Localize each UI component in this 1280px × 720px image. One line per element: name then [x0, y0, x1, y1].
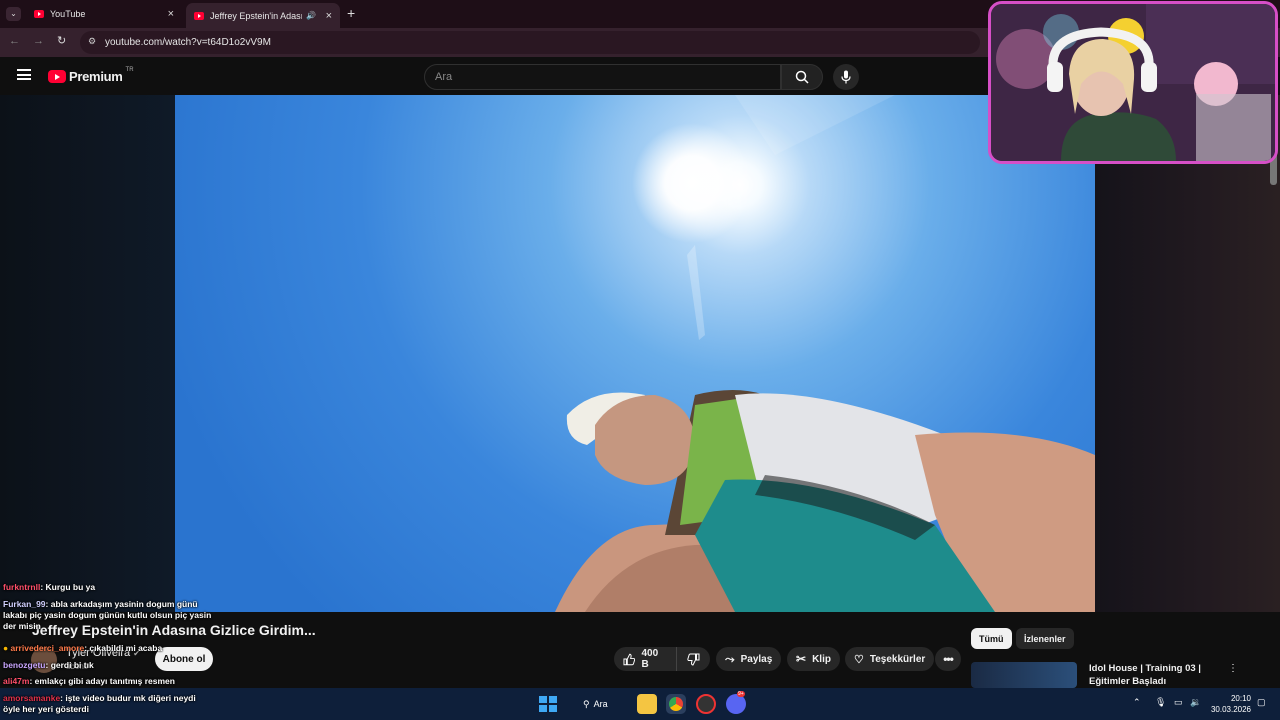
chat-text: : Kurgu bu ya [40, 582, 96, 592]
site-info-icon[interactable]: ⚙ [88, 36, 96, 47]
chat-message: ● arrivederci_amore: çıkabildi mi acaba [3, 643, 162, 654]
tray-network-icon[interactable]: ▭ [1174, 697, 1183, 708]
chat-text: : emlakçı gibi adayı tanıtmış resmen [29, 676, 175, 686]
chat-badge-icon: ● [3, 643, 9, 653]
recommendation-thumbnail[interactable] [971, 662, 1077, 688]
dislike-button[interactable] [676, 647, 710, 671]
youtube-logo[interactable]: Premium TR [48, 66, 134, 84]
speaker-icon[interactable]: 🔊 [306, 11, 316, 20]
file-explorer-icon[interactable] [637, 694, 657, 714]
tray-volume-icon[interactable]: 🔉 [1190, 697, 1201, 708]
streamer-webcam-overlay [988, 1, 1278, 164]
discord-badge: 9+ [737, 691, 745, 697]
chrome-icon[interactable] [666, 694, 686, 714]
share-button[interactable]: ⤳ Paylaş [716, 647, 782, 671]
discord-icon[interactable]: 9+ [726, 691, 746, 714]
chat-text: : çıkabildi mi acaba [84, 643, 163, 653]
reload-icon[interactable]: ↻ [57, 34, 66, 47]
menu-hamburger-icon[interactable] [17, 69, 31, 80]
tab-youtube-label: YouTube [50, 9, 86, 19]
search-icon: ⚲ [583, 698, 590, 709]
taskbar-search-button[interactable]: ⚲ Ara [577, 694, 627, 714]
like-button[interactable]: 400 B [614, 647, 676, 671]
stream-left-background [0, 95, 175, 612]
chat-username: Furkan_99 [3, 599, 46, 609]
chat-username: arrivederci_amore [10, 643, 85, 653]
heart-dollar-icon: ♡ [854, 653, 864, 666]
subscribe-button[interactable]: Abone ol [155, 647, 213, 671]
close-tab-icon[interactable]: × [168, 8, 174, 20]
region-label: TR [125, 66, 134, 73]
close-tab-icon[interactable]: × [326, 10, 332, 22]
taskbar-search-label: Ara [593, 699, 608, 709]
tray-chevron-up-icon[interactable]: ⌃ [1133, 697, 1141, 708]
chat-username: furkntrnll [3, 582, 41, 592]
clock-date: 30.03.2026 [1210, 705, 1251, 714]
tab-list-chevron-icon[interactable]: ⌄ [6, 7, 21, 21]
taskbar-clock[interactable]: 20:10 30.03.2026 [1205, 693, 1251, 715]
scissors-icon: ✂ [796, 652, 807, 666]
premium-label: Premium [69, 69, 123, 84]
chat-message: benozgetu: gerdi bi tık [3, 660, 94, 671]
chat-message: amorsamanke: işte video budur mk diğeri … [3, 693, 208, 715]
youtube-logo-icon [48, 70, 66, 83]
search-placeholder: Ara [435, 71, 453, 83]
tab-video-label: Jeffrey Epstein'in Adasına G [210, 10, 302, 21]
share-arrow-icon: ⤳ [725, 651, 735, 666]
url-text: youtube.com/watch?v=t64D1o2vV9M [105, 37, 271, 48]
app-icon[interactable] [696, 694, 716, 714]
share-label: Paylaş [740, 653, 773, 665]
forward-arrow-icon[interactable]: → [33, 35, 44, 47]
chip-all[interactable]: Tümü [971, 628, 1012, 649]
thumbs-down-icon [687, 653, 700, 666]
search-button[interactable] [781, 64, 823, 90]
new-tab-plus-icon[interactable]: + [347, 5, 355, 21]
search-icon [795, 70, 809, 84]
windows-start-icon[interactable] [537, 694, 557, 714]
back-arrow-icon[interactable]: ← [9, 35, 20, 47]
youtube-favicon-icon [34, 10, 44, 18]
more-horizontal-icon: ••• [943, 652, 954, 666]
thumbs-up-icon [623, 653, 636, 665]
search-input[interactable]: Ara [424, 64, 781, 90]
webcam-image [991, 4, 1275, 161]
recommendation-title[interactable]: Idol House | Training 03 | Eğitimler Baş… [1089, 662, 1229, 688]
recommendation-more-icon[interactable]: ⋮ [1228, 663, 1238, 674]
chat-message: furkntrnll: Kurgu bu ya [3, 582, 95, 593]
stream-right-background [1095, 95, 1280, 612]
like-count: 400 B [641, 648, 659, 670]
chat-username: ali47m [3, 676, 30, 686]
tray-microphone-icon[interactable]: 🎙 [1155, 697, 1166, 708]
chat-username: amorsamanke [3, 693, 61, 703]
chat-text: : gerdi bi tık [45, 660, 94, 670]
clock-time: 20:10 [1230, 694, 1251, 703]
voice-search-button[interactable] [833, 64, 859, 90]
more-actions-button[interactable]: ••• [935, 647, 961, 671]
thanks-label: Teşekkürler [869, 653, 926, 665]
microphone-icon [841, 70, 851, 84]
url-field[interactable]: ⚙ youtube.com/watch?v=t64D1o2vV9M [80, 31, 980, 54]
tab-youtube[interactable]: YouTube × [26, 3, 182, 25]
video-player[interactable] [175, 95, 1095, 612]
notifications-icon[interactable]: ▢ [1257, 697, 1266, 708]
thanks-button[interactable]: ♡ Teşekkürler [845, 647, 935, 671]
youtube-favicon-icon [194, 11, 204, 20]
chip-watched[interactable]: İzlenenler [1016, 628, 1074, 649]
video-frame-image [555, 95, 1095, 612]
tab-video[interactable]: Jeffrey Epstein'in Adasına G 🔊 × [186, 3, 340, 28]
clip-label: Klip [812, 653, 831, 665]
clip-button[interactable]: ✂ Klip [787, 647, 840, 671]
chat-username: benozgetu [3, 660, 46, 670]
chat-message: Furkan_99: abla arkadaşım yasinin dogum … [3, 599, 213, 632]
chat-message: ali47m: emlakçı gibi adayı tanıtmış resm… [3, 676, 175, 687]
